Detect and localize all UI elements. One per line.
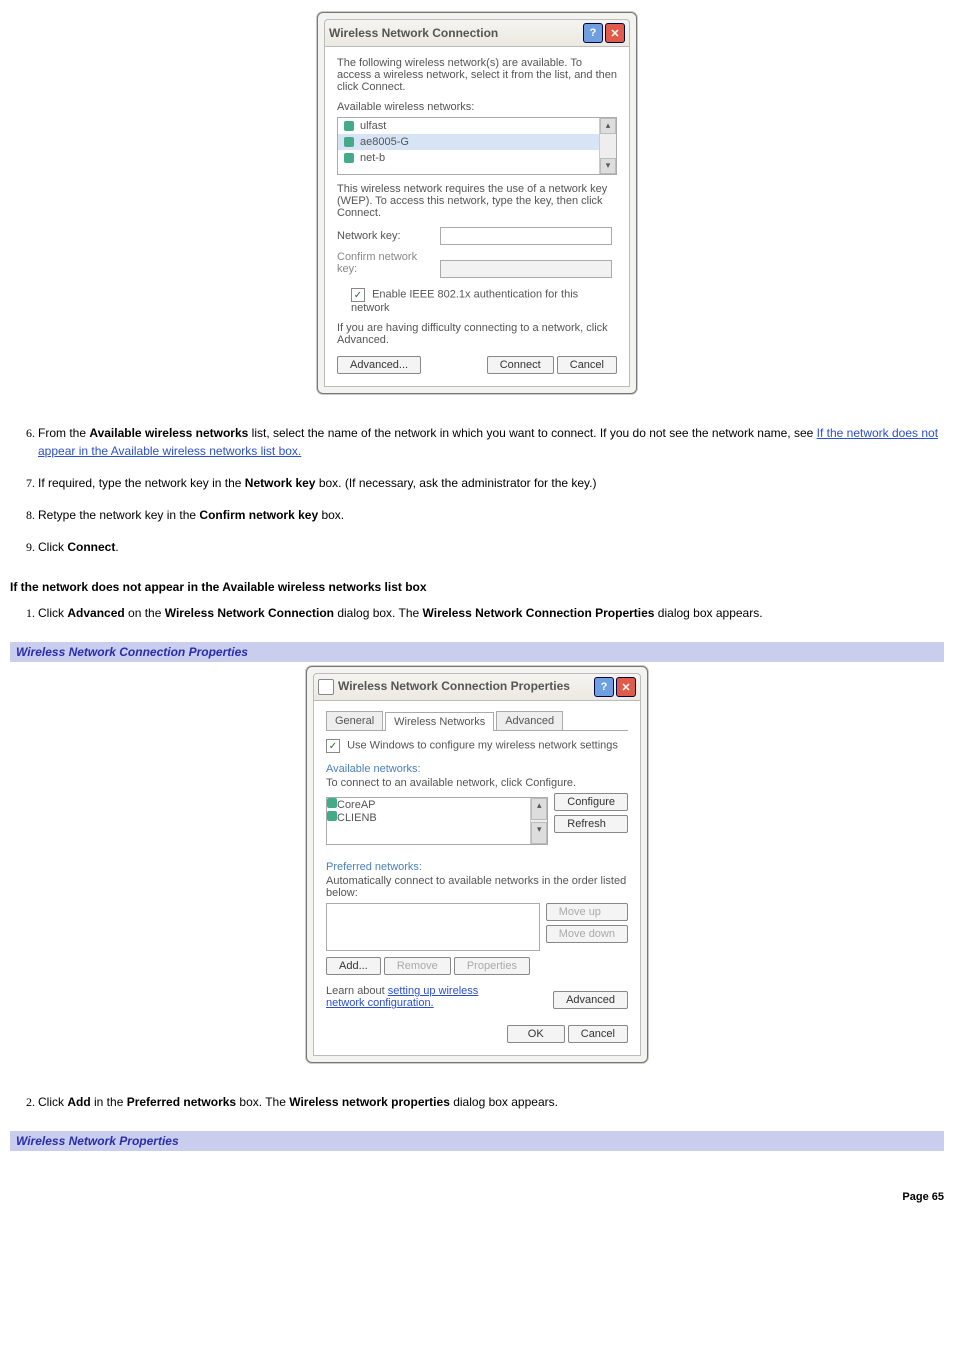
- step-b1: Click Advanced on the Wireless Network C…: [38, 604, 944, 622]
- learn-about-text: Learn about: [326, 985, 388, 997]
- signal-icon: [344, 137, 354, 147]
- tabs: General Wireless Networks Advanced: [326, 711, 628, 731]
- dialog-title: Wireless Network Connection Properties: [338, 679, 570, 693]
- scroll-up-icon[interactable]: ▴: [531, 798, 547, 820]
- scrollbar[interactable]: ▴ ▾: [599, 118, 616, 174]
- add-button[interactable]: Add...: [326, 957, 381, 975]
- network-key-label: Network key:: [337, 230, 437, 242]
- cancel-button[interactable]: Cancel: [557, 356, 617, 374]
- signal-icon: [344, 121, 354, 131]
- preferred-networks-label: Preferred networks:: [326, 861, 628, 873]
- dialog-titlebar: Wireless Network Connection Properties ?…: [313, 673, 641, 701]
- available-networks-label: Available networks:: [326, 763, 628, 775]
- cancel-button[interactable]: Cancel: [568, 1025, 628, 1043]
- difficulty-text: If you are having difficulty connecting …: [337, 322, 617, 346]
- confirm-network-key-label: Confirm network key:: [337, 251, 437, 275]
- network-item[interactable]: net-b: [360, 152, 385, 164]
- tab-wireless-networks[interactable]: Wireless Networks: [385, 712, 494, 731]
- network-item[interactable]: CLIENB: [337, 812, 377, 824]
- signal-icon: [344, 153, 354, 163]
- ieee-checkbox[interactable]: ✓: [351, 288, 365, 302]
- configure-button[interactable]: Configure: [554, 793, 628, 811]
- network-item[interactable]: CoreAP: [337, 799, 376, 811]
- dialog-title: Wireless Network Connection: [329, 26, 498, 40]
- steps-list-c: Click Add in the Preferred networks box.…: [38, 1093, 944, 1111]
- available-networks-listbox[interactable]: CoreAP CLIENB ▴ ▾: [326, 797, 548, 845]
- move-up-button[interactable]: Move up: [546, 903, 628, 921]
- intro-text: The following wireless network(s) are av…: [337, 57, 617, 93]
- signal-icon: [327, 811, 337, 821]
- wireless-connection-dialog: Wireless Network Connection ? ✕ The foll…: [317, 12, 637, 394]
- scroll-down-icon[interactable]: ▾: [531, 822, 547, 844]
- section-heading: If the network does not appear in the Av…: [10, 580, 944, 594]
- remove-button[interactable]: Remove: [384, 957, 451, 975]
- step-7: If required, type the network key in the…: [38, 474, 944, 492]
- signal-icon: [327, 798, 337, 808]
- available-networks-label: Available wireless networks:: [337, 101, 617, 113]
- scrollbar[interactable]: ▴ ▾: [530, 798, 547, 844]
- tab-advanced[interactable]: Advanced: [496, 711, 563, 730]
- available-networks-listbox[interactable]: ulfast ae8005-G net-b ▴ ▾: [337, 117, 617, 175]
- network-key-input[interactable]: [440, 227, 612, 245]
- network-item[interactable]: ulfast: [360, 120, 386, 132]
- confirm-network-key-input[interactable]: [440, 260, 612, 278]
- help-icon[interactable]: ?: [594, 677, 614, 697]
- step-9: Click Connect.: [38, 538, 944, 556]
- figure-caption: Wireless Network Connection Properties: [10, 642, 944, 662]
- available-networks-text: To connect to an available network, clic…: [326, 777, 628, 789]
- preferred-networks-listbox[interactable]: [326, 903, 540, 951]
- refresh-button[interactable]: Refresh: [554, 815, 628, 833]
- dialog-titlebar: Wireless Network Connection ? ✕: [324, 19, 630, 47]
- step-c2: Click Add in the Preferred networks box.…: [38, 1093, 944, 1111]
- preferred-networks-text: Automatically connect to available netwo…: [326, 875, 628, 899]
- advanced-button[interactable]: Advanced...: [337, 356, 421, 374]
- tab-general[interactable]: General: [326, 711, 383, 730]
- step-6: From the Available wireless networks lis…: [38, 424, 944, 460]
- step-8: Retype the network key in the Confirm ne…: [38, 506, 944, 524]
- page-number: Page 65: [10, 1191, 944, 1203]
- use-windows-checkbox[interactable]: ✓: [326, 739, 340, 753]
- scroll-up-icon[interactable]: ▴: [600, 118, 616, 134]
- ieee-label: Enable IEEE 802.1x authentication for th…: [351, 289, 578, 315]
- close-icon[interactable]: ✕: [605, 23, 625, 43]
- network-item[interactable]: ae8005-G: [360, 136, 409, 148]
- wep-text: This wireless network requires the use o…: [337, 183, 617, 219]
- properties-button[interactable]: Properties: [454, 957, 530, 975]
- close-icon[interactable]: ✕: [616, 677, 636, 697]
- connect-button[interactable]: Connect: [487, 356, 554, 374]
- figure-caption: Wireless Network Properties: [10, 1131, 944, 1151]
- wireless-properties-dialog: Wireless Network Connection Properties ?…: [306, 666, 648, 1063]
- help-icon[interactable]: ?: [583, 23, 603, 43]
- ok-button[interactable]: OK: [507, 1025, 565, 1043]
- window-icon: [318, 679, 334, 695]
- steps-list-b: Click Advanced on the Wireless Network C…: [38, 604, 944, 622]
- advanced-button[interactable]: Advanced: [553, 991, 628, 1009]
- use-windows-label: Use Windows to configure my wireless net…: [347, 740, 618, 752]
- steps-list-a: From the Available wireless networks lis…: [38, 424, 944, 556]
- move-down-button[interactable]: Move down: [546, 925, 628, 943]
- scroll-down-icon[interactable]: ▾: [600, 158, 616, 174]
